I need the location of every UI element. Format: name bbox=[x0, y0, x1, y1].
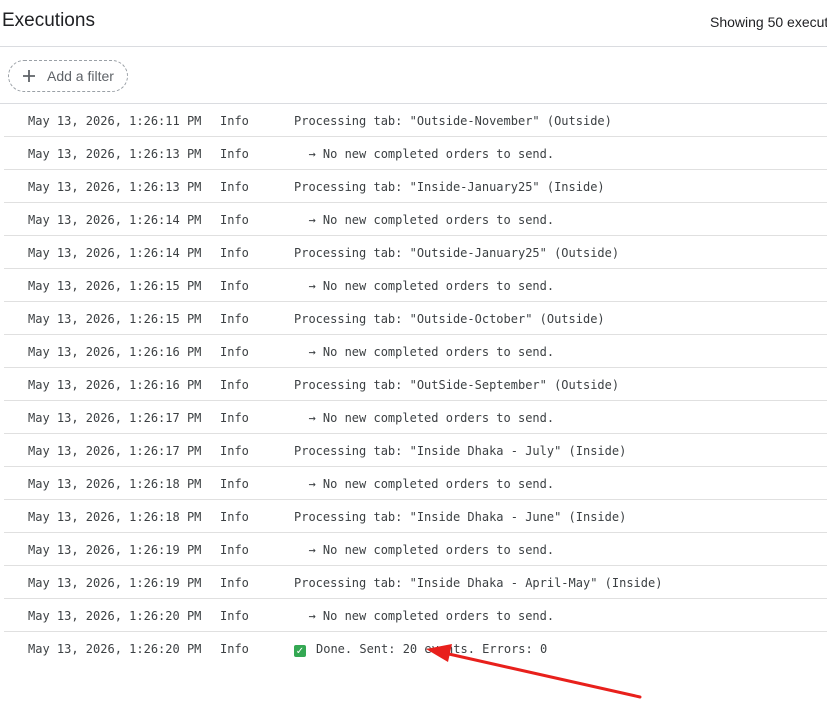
log-time: May 13, 2026, 1:26:17 PM bbox=[28, 444, 202, 458]
log-message: Processing tab: "Outside-October" (Outsi… bbox=[294, 312, 605, 326]
log-row[interactable]: May 13, 2026, 1:26:14 PM Info → No new co… bbox=[4, 203, 827, 236]
log-row[interactable]: May 13, 2026, 1:26:14 PM Info Processing t… bbox=[4, 236, 827, 269]
log-message: Processing tab: "Inside Dhaka - July" (I… bbox=[294, 444, 627, 458]
log-message-text: Done. Sent: 20 events. Errors: 0 bbox=[316, 642, 548, 656]
log-message: → No new completed orders to send. bbox=[294, 411, 555, 425]
log-row[interactable]: May 13, 2026, 1:26:11 PM Info Processing t… bbox=[4, 104, 827, 137]
page-header: Executions Showing 50 executions bbox=[0, 0, 827, 47]
log-row[interactable]: May 13, 2026, 1:26:18 PM Info Processing t… bbox=[4, 500, 827, 533]
filter-bar: Add a filter bbox=[0, 47, 827, 104]
log-level: Info bbox=[220, 444, 249, 458]
log-level: Info bbox=[220, 147, 249, 161]
log-message: → No new completed orders to send. bbox=[294, 213, 555, 227]
log-message: → No new completed orders to send. bbox=[294, 345, 555, 359]
log-row[interactable]: May 13, 2026, 1:26:18 PM Info → No new co… bbox=[4, 467, 827, 500]
log-time: May 13, 2026, 1:26:13 PM bbox=[28, 147, 202, 161]
log-time: May 13, 2026, 1:26:19 PM bbox=[28, 576, 202, 590]
log-time: May 13, 2026, 1:26:11 PM bbox=[28, 114, 202, 128]
log-row[interactable]: May 13, 2026, 1:26:17 PM Info Processing t… bbox=[4, 434, 827, 467]
log-row[interactable]: May 13, 2026, 1:26:20 PM Info → No new co… bbox=[4, 599, 827, 632]
log-message: → No new completed orders to send. bbox=[294, 543, 555, 557]
log-level: Info bbox=[220, 246, 249, 260]
execution-count-label: Showing 50 executions bbox=[710, 14, 827, 30]
log-time: May 13, 2026, 1:26:14 PM bbox=[28, 246, 202, 260]
log-time: May 13, 2026, 1:26:16 PM bbox=[28, 378, 202, 392]
log-row[interactable]: May 13, 2026, 1:26:13 PM Info Processing t… bbox=[4, 170, 827, 203]
add-filter-label: Add a filter bbox=[47, 68, 114, 84]
check-mark-icon: ✓ bbox=[294, 645, 306, 657]
log-level: Info bbox=[220, 510, 249, 524]
log-time: May 13, 2026, 1:26:14 PM bbox=[28, 213, 202, 227]
log-time: May 13, 2026, 1:26:20 PM bbox=[28, 642, 202, 656]
log-message: → No new completed orders to send. bbox=[294, 147, 555, 161]
log-row[interactable]: May 13, 2026, 1:26:13 PM Info → No new co… bbox=[4, 137, 827, 170]
log-level: Info bbox=[220, 642, 249, 656]
log-time: May 13, 2026, 1:26:20 PM bbox=[28, 609, 202, 623]
log-level: Info bbox=[220, 114, 249, 128]
page-title: Executions bbox=[2, 10, 95, 31]
log-row-final[interactable]: May 13, 2026, 1:26:20 PM Info ✓ Done. Sen… bbox=[4, 632, 827, 665]
log-message: Processing tab: "Outside-November" (Outs… bbox=[294, 114, 612, 128]
log-message: Processing tab: "Inside Dhaka - April-Ma… bbox=[294, 576, 663, 590]
log-time: May 13, 2026, 1:26:16 PM bbox=[28, 345, 202, 359]
log-time: May 13, 2026, 1:26:13 PM bbox=[28, 180, 202, 194]
log-row[interactable]: May 13, 2026, 1:26:19 PM Info → No new co… bbox=[4, 533, 827, 566]
log-level: Info bbox=[220, 279, 249, 293]
log-level: Info bbox=[220, 180, 249, 194]
log-message: → No new completed orders to send. bbox=[294, 477, 555, 491]
log-message: Processing tab: "Inside Dhaka - June" (I… bbox=[294, 510, 627, 524]
log-level: Info bbox=[220, 213, 249, 227]
log-time: May 13, 2026, 1:26:19 PM bbox=[28, 543, 202, 557]
log-message: ✓ Done. Sent: 20 events. Errors: 0 bbox=[294, 642, 547, 657]
log-level: Info bbox=[220, 378, 249, 392]
log-message: → No new completed orders to send. bbox=[294, 609, 555, 623]
log-time: May 13, 2026, 1:26:18 PM bbox=[28, 510, 202, 524]
log-time: May 13, 2026, 1:26:15 PM bbox=[28, 279, 202, 293]
log-level: Info bbox=[220, 312, 249, 326]
log-level: Info bbox=[220, 576, 249, 590]
log-message: Processing tab: "OutSide-September" (Out… bbox=[294, 378, 620, 392]
add-filter-button[interactable]: Add a filter bbox=[8, 60, 128, 92]
log-message: Processing tab: "Outside-January25" (Out… bbox=[294, 246, 620, 260]
log-level: Info bbox=[220, 477, 249, 491]
log-row[interactable]: May 13, 2026, 1:26:15 PM Info → No new co… bbox=[4, 269, 827, 302]
log-level: Info bbox=[220, 345, 249, 359]
log-level: Info bbox=[220, 543, 249, 557]
log-level: Info bbox=[220, 411, 249, 425]
plus-icon bbox=[21, 68, 37, 84]
log-time: May 13, 2026, 1:26:15 PM bbox=[28, 312, 202, 326]
log-message: → No new completed orders to send. bbox=[294, 279, 555, 293]
log-row[interactable]: May 13, 2026, 1:26:19 PM Info Processing t… bbox=[4, 566, 827, 599]
execution-log-list: May 13, 2026, 1:26:11 PM Info Processing t… bbox=[4, 104, 827, 665]
log-time: May 13, 2026, 1:26:17 PM bbox=[28, 411, 202, 425]
log-message: Processing tab: "Inside-January25" (Insi… bbox=[294, 180, 605, 194]
log-row[interactable]: May 13, 2026, 1:26:15 PM Info Processing t… bbox=[4, 302, 827, 335]
log-row[interactable]: May 13, 2026, 1:26:16 PM Info → No new co… bbox=[4, 335, 827, 368]
log-time: May 13, 2026, 1:26:18 PM bbox=[28, 477, 202, 491]
log-row[interactable]: May 13, 2026, 1:26:16 PM Info Processing t… bbox=[4, 368, 827, 401]
log-level: Info bbox=[220, 609, 249, 623]
log-row[interactable]: May 13, 2026, 1:26:17 PM Info → No new co… bbox=[4, 401, 827, 434]
